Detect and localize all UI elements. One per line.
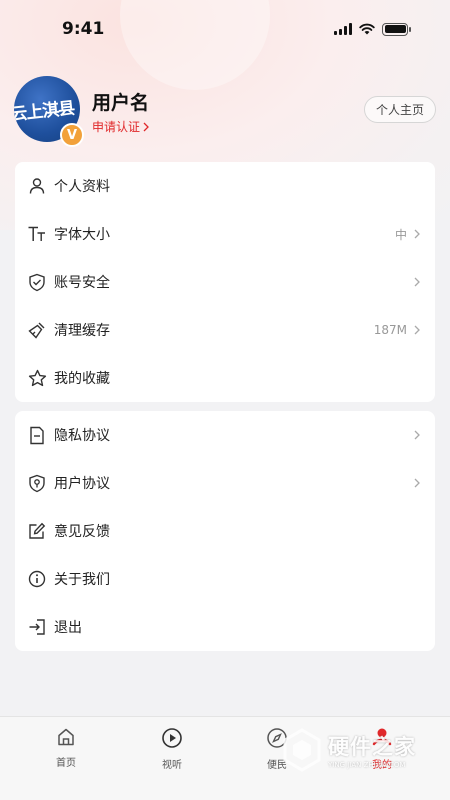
- watermark-subtitle: YING JIAN ZHI JIA.COM: [328, 761, 406, 769]
- menu-item-label: 清理缓存: [54, 323, 110, 339]
- chevron-right-icon: [414, 478, 420, 488]
- apply-verification-link[interactable]: 申请认证: [92, 118, 150, 135]
- battery-icon: [382, 22, 411, 36]
- status-time: 9:41: [62, 19, 105, 39]
- status-bar: 9:41: [0, 0, 450, 58]
- settings-card: 个人资料字体大小 中账号安全清理缓存 187M 我的收藏: [15, 162, 435, 402]
- status-icons: [334, 22, 411, 36]
- menu-group-1-item-3[interactable]: 账号安全: [15, 258, 435, 306]
- username: 用户名: [92, 92, 150, 114]
- play-icon: [161, 727, 183, 753]
- menu-item-label: 用户协议: [54, 476, 110, 492]
- avatar-logo-text: 云上淇县: [14, 98, 76, 126]
- menu-group-2-item-1[interactable]: 隐私协议: [15, 411, 435, 459]
- tab-label: 视听: [162, 760, 182, 771]
- chevron-right-icon: [414, 325, 420, 335]
- menu-item-label: 账号安全: [54, 275, 110, 291]
- menu-group-2-item-5[interactable]: 退出: [15, 603, 435, 651]
- shield-check-icon: [27, 272, 47, 292]
- home-icon: [56, 727, 76, 751]
- profile-header: 云上淇县 V 用户名 申请认证 个人主页: [14, 76, 436, 148]
- font-size-icon: [27, 224, 47, 244]
- about-card: 隐私协议用户协议意见反馈关于我们退出: [15, 411, 435, 651]
- chevron-right-icon: [414, 229, 420, 239]
- broom-icon: [27, 320, 47, 340]
- watermark: 硬件之家 YING JIAN ZHI JIA.COM: [282, 726, 442, 774]
- menu-group-1-item-5[interactable]: 我的收藏: [15, 354, 435, 402]
- menu-group-2-item-4[interactable]: 关于我们: [15, 555, 435, 603]
- verified-badge-icon: V: [60, 123, 84, 147]
- user-icon: [27, 176, 47, 196]
- menu-item-label: 隐私协议: [54, 428, 110, 444]
- chevron-right-icon: [414, 277, 420, 287]
- info-icon: [27, 569, 47, 589]
- menu-item-label: 意见反馈: [54, 524, 110, 540]
- menu-item-value: 187M: [373, 323, 407, 337]
- menu-item-label: 我的收藏: [54, 371, 110, 387]
- menu-item-label: 关于我们: [54, 572, 110, 588]
- tab-label: 首页: [56, 758, 76, 769]
- signal-icon: [334, 23, 352, 35]
- menu-item-label: 退出: [54, 620, 82, 636]
- menu-group-1-item-4[interactable]: 清理缓存 187M: [15, 306, 435, 354]
- logout-icon: [27, 617, 47, 637]
- tab-home[interactable]: 首页: [41, 727, 91, 769]
- menu-group-2-item-3[interactable]: 意见反馈: [15, 507, 435, 555]
- star-icon: [27, 368, 47, 388]
- menu-item-value: 中: [394, 227, 407, 242]
- menu-group-2-item-2[interactable]: 用户协议: [15, 459, 435, 507]
- chevron-right-icon: [414, 430, 420, 440]
- document-icon: [27, 425, 47, 445]
- apply-verification-label: 申请认证: [92, 120, 141, 134]
- personal-homepage-button[interactable]: 个人主页: [363, 96, 436, 123]
- wifi-icon: [359, 23, 375, 35]
- menu-group-1-item-1[interactable]: 个人资料: [15, 162, 435, 210]
- chevron-right-icon: [143, 122, 149, 131]
- shield-user-icon: [27, 473, 47, 493]
- edit-icon: [27, 521, 47, 541]
- menu-item-label: 个人资料: [54, 179, 110, 195]
- personal-homepage-label: 个人主页: [375, 103, 424, 117]
- tab-play[interactable]: 视听: [147, 727, 197, 771]
- watermark-title: 硬件之家: [328, 735, 416, 759]
- menu-group-1-item-2[interactable]: 字体大小 中: [15, 210, 435, 258]
- menu-item-label: 字体大小: [54, 227, 110, 243]
- watermark-logo-icon: [283, 728, 321, 772]
